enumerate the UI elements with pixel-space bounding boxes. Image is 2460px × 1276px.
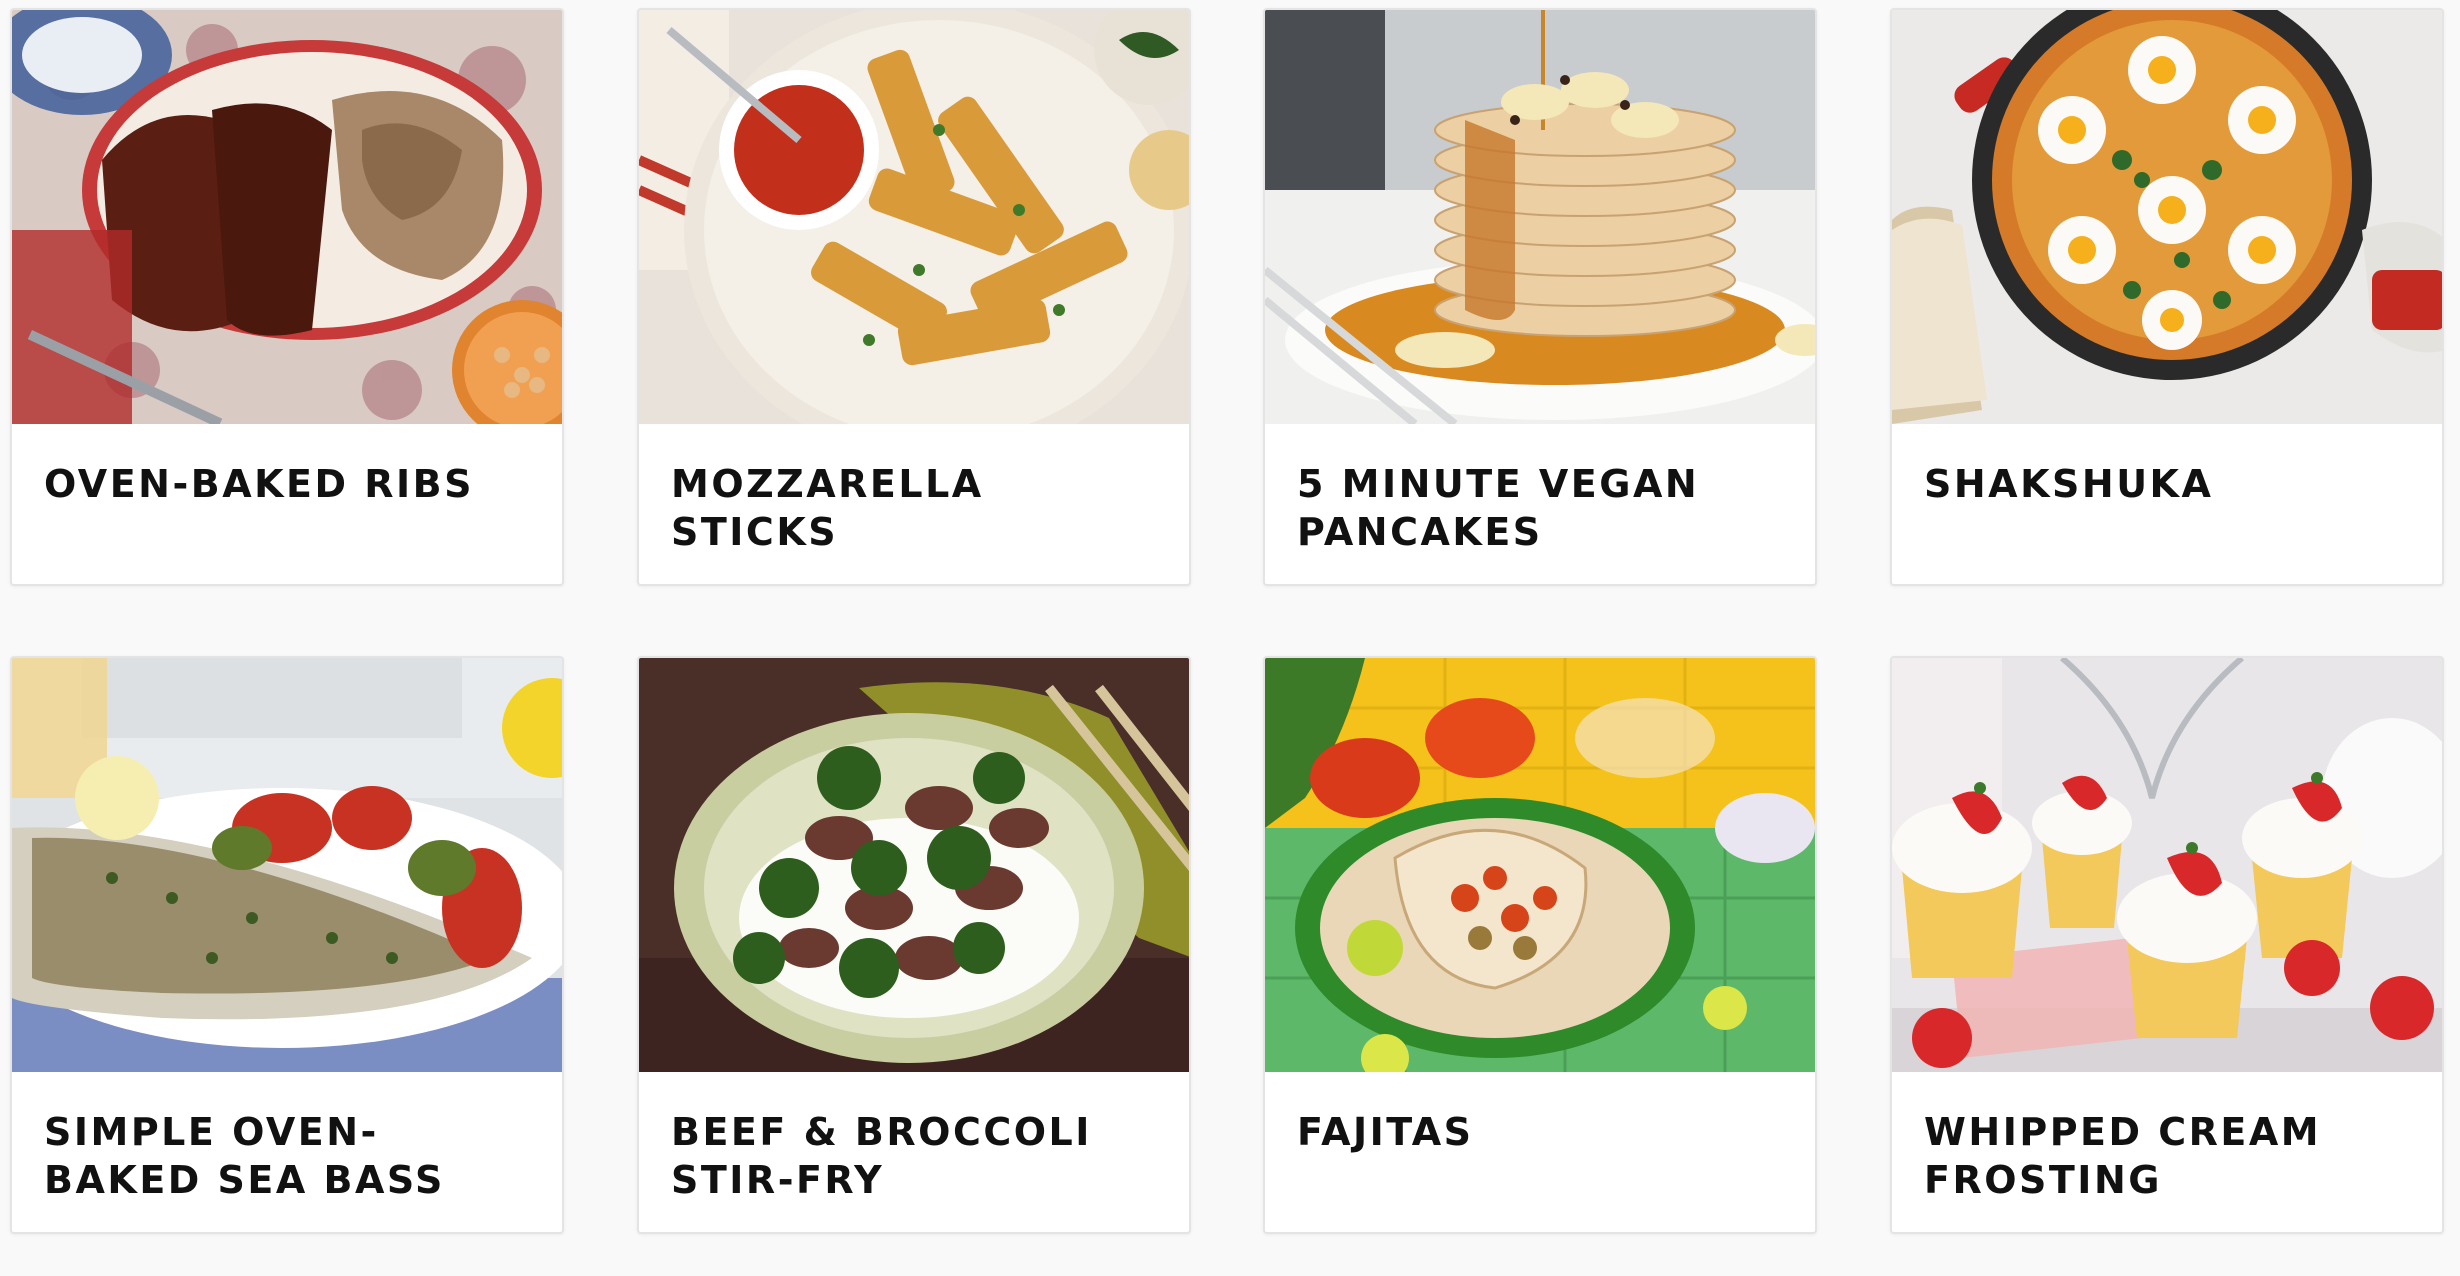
- recipe-card-fajitas[interactable]: FAJITAS: [1263, 656, 1817, 1234]
- recipe-title[interactable]: BEEF & BROCCOLI STIR-FRY: [671, 1108, 1161, 1204]
- recipe-photo-whipped-cream-frosting[interactable]: [1892, 658, 2442, 1072]
- recipe-title[interactable]: OVEN-BAKED RIBS: [44, 460, 534, 508]
- recipe-title[interactable]: MOZZARELLA STICKS: [671, 460, 1161, 556]
- recipe-photo-beef-broccoli-stir-fry[interactable]: [639, 658, 1189, 1072]
- recipe-card-whipped-cream-frosting[interactable]: WHIPPED CREAM FROSTING: [1890, 656, 2444, 1234]
- recipe-card-oven-baked-ribs[interactable]: OVEN-BAKED RIBS: [10, 8, 564, 586]
- recipe-title[interactable]: SHAKSHUKA: [1924, 460, 2414, 508]
- recipe-title[interactable]: SIMPLE OVEN-BAKED SEA BASS: [44, 1108, 534, 1204]
- recipe-grid: OVEN-BAKED RIBS MOZZARELLA STICKS 5 MINU…: [0, 0, 2460, 1276]
- recipe-photo-oven-baked-ribs[interactable]: [12, 10, 562, 424]
- recipe-card-oven-baked-sea-bass[interactable]: SIMPLE OVEN-BAKED SEA BASS: [10, 656, 564, 1234]
- recipe-photo-mozzarella-sticks[interactable]: [639, 10, 1189, 424]
- recipe-title[interactable]: FAJITAS: [1297, 1108, 1787, 1156]
- recipe-photo-fajitas[interactable]: [1265, 658, 1815, 1072]
- recipe-card-vegan-pancakes[interactable]: 5 MINUTE VEGAN PANCAKES: [1263, 8, 1817, 586]
- recipe-title[interactable]: WHIPPED CREAM FROSTING: [1924, 1108, 2414, 1204]
- recipe-photo-vegan-pancakes[interactable]: [1265, 10, 1815, 424]
- recipe-card-mozzarella-sticks[interactable]: MOZZARELLA STICKS: [637, 8, 1191, 586]
- recipe-photo-shakshuka[interactable]: [1892, 10, 2442, 424]
- recipe-card-beef-broccoli-stir-fry[interactable]: BEEF & BROCCOLI STIR-FRY: [637, 656, 1191, 1234]
- recipe-card-shakshuka[interactable]: SHAKSHUKA: [1890, 8, 2444, 586]
- recipe-photo-oven-baked-sea-bass[interactable]: [12, 658, 562, 1072]
- recipe-title[interactable]: 5 MINUTE VEGAN PANCAKES: [1297, 460, 1787, 556]
